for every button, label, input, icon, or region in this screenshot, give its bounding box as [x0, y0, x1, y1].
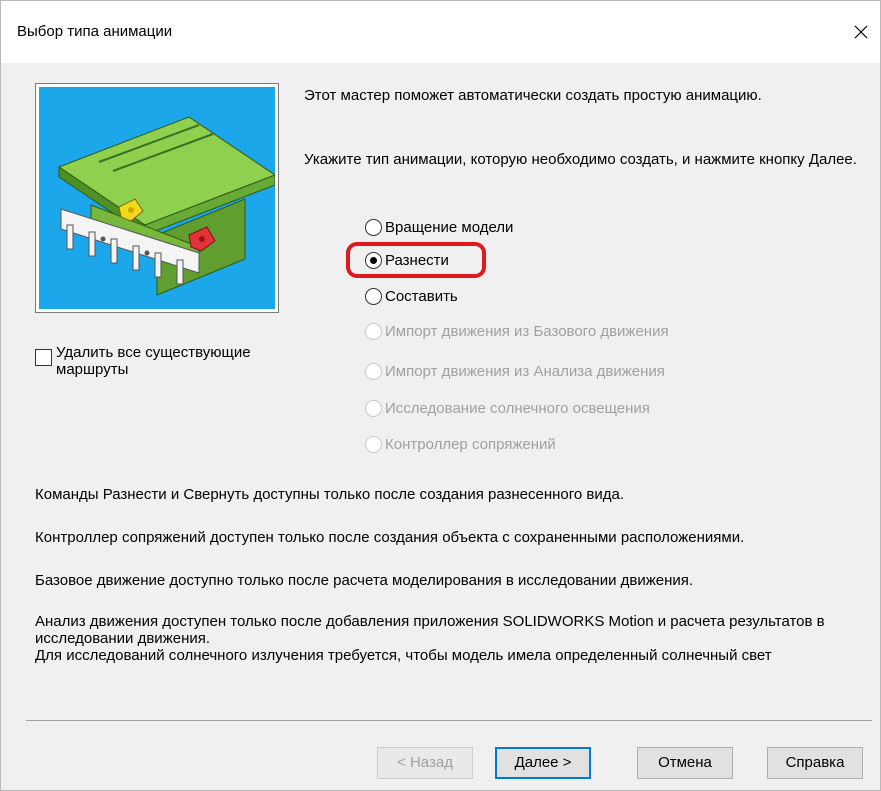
back-button[interactable]: < Назад: [377, 747, 473, 779]
title-bar: Выбор типа анимации: [1, 1, 880, 63]
animation-preview-image: [35, 83, 279, 313]
close-button[interactable]: [842, 13, 880, 51]
selection-highlight: [346, 242, 486, 278]
separator: [26, 720, 872, 721]
delete-routes-checkbox-row[interactable]: Удалить все существующие маршруты: [35, 344, 296, 378]
radio-button[interactable]: [365, 218, 382, 236]
radio-sun-study: Исследование солнечного освещения: [365, 397, 650, 419]
cancel-button[interactable]: Отмена: [637, 747, 733, 779]
radio-button: [365, 435, 382, 453]
note-explode: Команды Разнести и Свернуть доступны тол…: [35, 486, 625, 503]
note-motion-analysis: Анализ движения доступен только после до…: [35, 613, 825, 664]
radio-button[interactable]: [365, 287, 382, 305]
note-mate-controller: Контроллер сопряжений доступен только по…: [35, 529, 745, 546]
radio-label: Контроллер сопряжений: [385, 435, 556, 453]
delete-routes-checkbox[interactable]: [35, 349, 52, 366]
radio-label: Вращение модели: [385, 218, 514, 236]
radio-label: Исследование солнечного освещения: [385, 399, 650, 417]
intro-text: Этот мастер поможет автоматически создат…: [304, 87, 762, 104]
explode-model-illustration: [57, 116, 277, 296]
delete-routes-label: Удалить все существующие маршруты: [56, 344, 251, 378]
radio-label: Импорт движения из Анализа движения: [385, 362, 665, 380]
dialog-title: Выбор типа анимации: [17, 23, 173, 40]
radio-collapse[interactable]: Составить: [365, 285, 458, 307]
instruction-text: Укажите тип анимации, которую необходимо…: [304, 151, 857, 168]
radio-mate-controller: Контроллер сопряжений: [365, 433, 556, 455]
radio-button: [365, 322, 382, 340]
radio-rotate-model[interactable]: Вращение модели: [365, 216, 513, 238]
radio-import-basic-motion: Импорт движения из Базового движения: [365, 320, 669, 342]
note-basic-motion: Базовое движение доступно только после р…: [35, 572, 694, 589]
radio-import-motion-analysis: Импорт движения из Анализа движения: [365, 360, 665, 382]
close-icon: [854, 25, 868, 39]
radio-label: Составить: [385, 287, 458, 305]
animation-wizard-dialog: Выбор типа анимации Удалить все существу…: [0, 0, 881, 791]
radio-button: [365, 362, 382, 380]
radio-label: Импорт движения из Базового движения: [385, 322, 669, 340]
radio-button: [365, 399, 382, 417]
next-button[interactable]: Далее >: [495, 747, 591, 779]
help-button[interactable]: Справка: [767, 747, 863, 779]
